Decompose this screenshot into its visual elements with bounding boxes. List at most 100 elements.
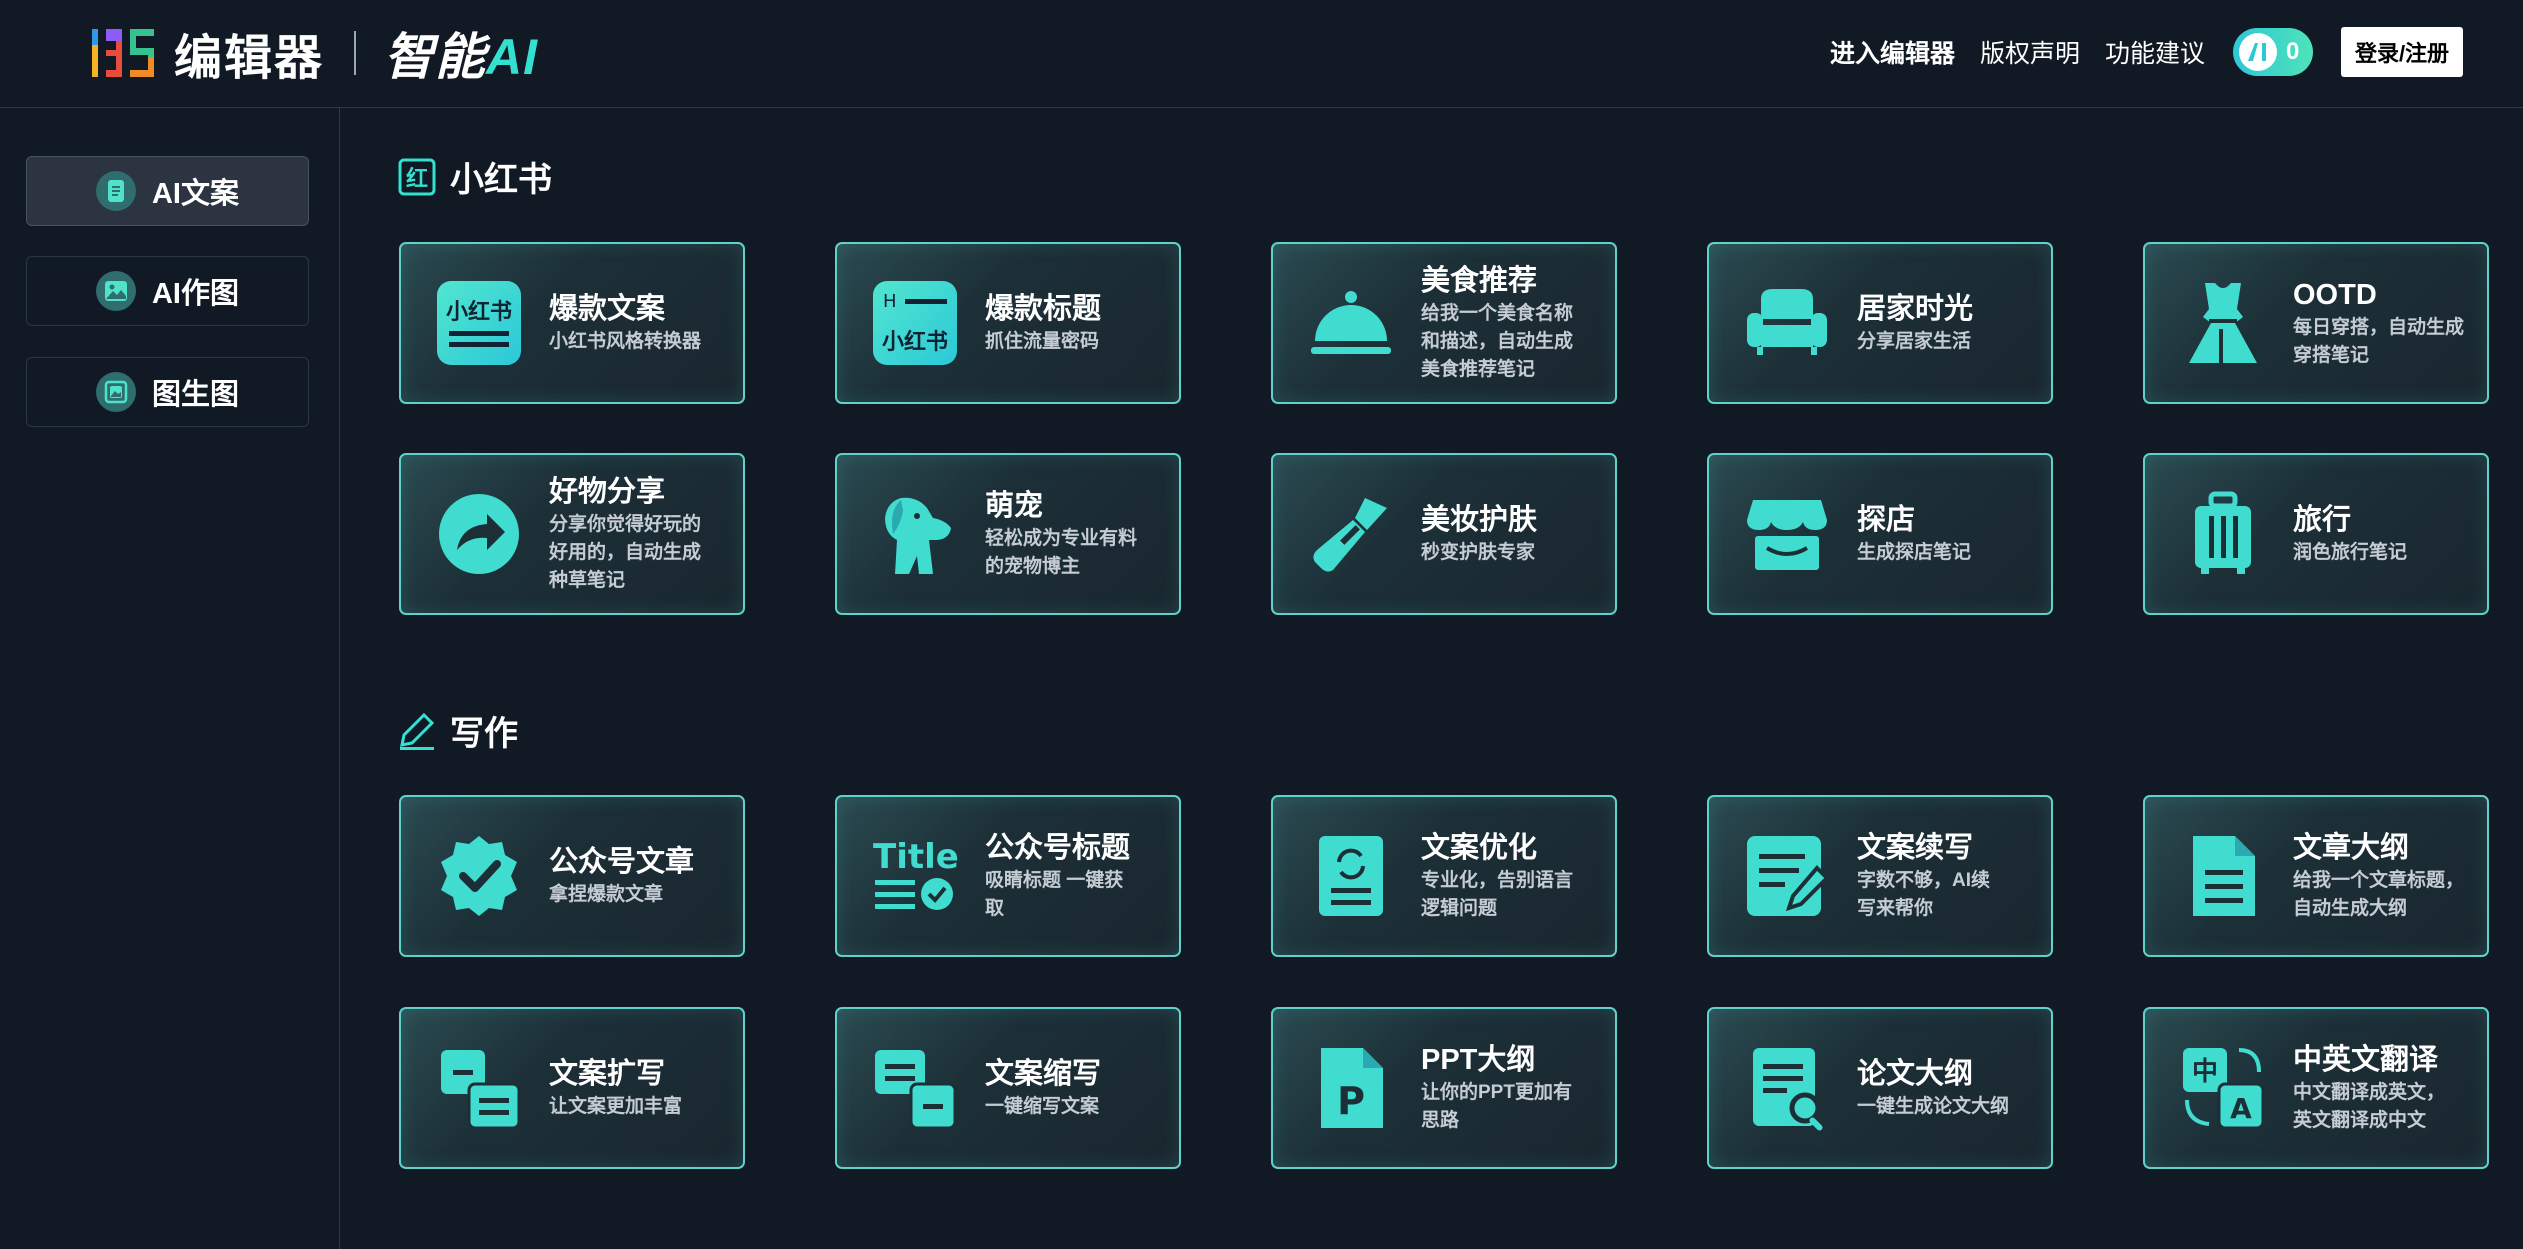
sofa-icon <box>1743 279 1831 367</box>
card-title: 居家时光 <box>1857 293 1974 325</box>
card-desc: 让你的PPT更加有 <box>1421 1082 1572 1103</box>
card-ootd[interactable]: OOTD 每日穿搭，自动生成 穿搭笔记 <box>2143 242 2489 404</box>
card-desc: 中文翻译成英文， <box>2293 1082 2446 1103</box>
svg-text:小红书: 小红书 <box>446 299 512 325</box>
card-copy-shrink[interactable]: 文案缩写 一键缩写文案 <box>835 1007 1181 1169</box>
card-desc: 轻松成为专业有料 <box>985 528 1138 549</box>
card-desc: 逻辑问题 <box>1421 898 1498 919</box>
suitcase-icon <box>2179 490 2267 578</box>
card-copy-continue[interactable]: 文案续写 字数不够，AI续 写来帮你 <box>1707 795 2053 957</box>
doc-refresh-icon <box>1307 832 1395 920</box>
nav-suggestions[interactable]: 功能建议 <box>2105 34 2205 70</box>
card-desc: 一键生成论文大纲 <box>1857 1096 2010 1117</box>
card-cn-en-translate[interactable]: 中A 中英文翻译 中文翻译成英文， 英文翻译成中文 <box>2143 1007 2489 1169</box>
card-desc: 让文案更加丰富 <box>549 1096 683 1117</box>
card-title: 文案优化 <box>1421 832 1538 864</box>
card-title: 萌宠 <box>985 490 1044 522</box>
section-title-text: 小红书 <box>450 161 552 199</box>
card-good-share[interactable]: 好物分享 分享你觉得好玩的 好用的，自动生成 种草笔记 <box>399 453 745 615</box>
cloche-icon <box>1307 279 1395 367</box>
card-title: 文章大纲 <box>2293 832 2410 864</box>
document-icon <box>95 171 136 211</box>
card-desc: 分享你觉得好玩的 <box>549 514 702 535</box>
card-title: 公众号标题 <box>985 832 1131 864</box>
logo-divider <box>354 31 357 75</box>
card-title: 探店 <box>1857 504 1916 536</box>
card-desc: 种草笔记 <box>549 570 626 591</box>
logo-ai-text: 智能AI <box>384 29 539 85</box>
card-desc: 润色旅行笔记 <box>2293 542 2408 563</box>
svg-text:H: H <box>883 291 897 312</box>
store-icon <box>1743 490 1831 578</box>
card-title: 文案扩写 <box>549 1058 666 1090</box>
card-beauty-skincare[interactable]: 美妆护肤 秒变护肤专家 <box>1271 453 1617 615</box>
picture-icon <box>95 271 136 311</box>
top-header: 编辑器 智能AI 进入编辑器 版权声明 功能建议 0 登录/注册 <box>0 0 2523 108</box>
sidebar-item-label: 图生图 <box>151 379 239 411</box>
logo-text: 编辑器 <box>174 32 325 85</box>
doc-edit-icon <box>1743 832 1831 920</box>
shrink-blocks-icon <box>871 1044 959 1132</box>
nav-copyright[interactable]: 版权声明 <box>1980 34 2080 70</box>
card-desc: 分享居家生活 <box>1857 331 1972 352</box>
doc-lines-icon <box>2179 832 2267 920</box>
card-desc: 抓住流量密码 <box>985 331 1100 352</box>
sidebar: AI文案 AI作图 图生图 <box>0 108 340 1249</box>
card-desc: 一键缩写文案 <box>985 1096 1100 1117</box>
card-title: 美妆护肤 <box>1421 504 1538 536</box>
svg-text:小红书: 小红书 <box>882 329 948 355</box>
card-desc: 英文翻译成中文 <box>2293 1110 2427 1131</box>
logo[interactable]: 编辑器 智能AI <box>90 18 538 88</box>
card-wechat-article[interactable]: 公众号文章 拿捏爆款文章 <box>399 795 745 957</box>
card-desc: 生成探店笔记 <box>1857 542 1972 563</box>
ai-credit-badge[interactable]: 0 <box>2233 28 2313 76</box>
card-title: 中英文翻译 <box>2293 1044 2439 1076</box>
svg-text:P: P <box>1337 1079 1365 1123</box>
card-food-recommend[interactable]: 美食推荐 给我一个美食名称 和描述，自动生成 美食推荐笔记 <box>1271 242 1617 404</box>
card-home-life[interactable]: 居家时光 分享居家生活 <box>1707 242 2053 404</box>
pen-icon <box>398 711 436 751</box>
card-title: 爆款文案 <box>549 293 666 325</box>
sidebar-item-label: AI文案 <box>151 178 239 210</box>
card-article-outline[interactable]: 文章大纲 给我一个文章标题， 自动生成大纲 <box>2143 795 2489 957</box>
login-register-button[interactable]: 登录/注册 <box>2341 27 2463 77</box>
card-store-visit[interactable]: 探店 生成探店笔记 <box>1707 453 2053 615</box>
nav-enter-editor[interactable]: 进入编辑器 <box>1830 34 1955 70</box>
card-viral-copy[interactable]: 小红书 爆款文案 小红书风格转换器 <box>399 242 745 404</box>
xiaohongshu-badge-icon: 红 <box>398 158 436 196</box>
image-frame-icon <box>95 372 136 412</box>
card-desc: 每日穿搭，自动生成 <box>2293 317 2465 338</box>
card-desc: 和描述，自动生成 <box>1421 331 1574 352</box>
card-desc: 美食推荐笔记 <box>1421 359 1536 380</box>
svg-text:Title: Title <box>873 837 959 877</box>
card-ppt-outline[interactable]: P PPT大纲 让你的PPT更加有 思路 <box>1271 1007 1617 1169</box>
xiaohongshu-logo-icon: 小红书 <box>435 279 523 367</box>
sidebar-item-ai-drawing[interactable]: AI作图 <box>26 256 309 326</box>
card-desc: 吸睛标题 一键获 <box>985 870 1124 891</box>
verified-badge-icon <box>435 832 523 920</box>
title-check-icon: Title <box>871 832 959 920</box>
card-title: 文案缩写 <box>985 1058 1102 1090</box>
card-desc: 自动生成大纲 <box>2293 898 2408 919</box>
xiaohongshu-title-icon: H 小红书 <box>871 279 959 367</box>
sidebar-item-label: AI作图 <box>151 278 239 310</box>
card-travel[interactable]: 旅行 润色旅行笔记 <box>2143 453 2489 615</box>
sidebar-item-image-to-image[interactable]: 图生图 <box>26 357 309 427</box>
svg-text:中: 中 <box>2192 1057 2218 1087</box>
top-nav: 进入编辑器 版权声明 功能建议 0 登录/注册 <box>1805 26 2463 78</box>
card-copy-expand[interactable]: 文案扩写 让文案更加丰富 <box>399 1007 745 1169</box>
card-desc: 给我一个文章标题， <box>2293 870 2465 891</box>
card-paper-outline[interactable]: 论文大纲 一键生成论文大纲 <box>1707 1007 2053 1169</box>
card-wechat-title[interactable]: Title 公众号标题 吸睛标题 一键获 取 <box>835 795 1181 957</box>
card-pets[interactable]: 萌宠 轻松成为专业有料 的宠物博主 <box>835 453 1181 615</box>
card-desc: 好用的，自动生成 <box>549 542 702 563</box>
translate-icon: 中A <box>2179 1044 2267 1132</box>
card-desc: 拿捏爆款文章 <box>549 884 664 905</box>
card-desc: 穿搭笔记 <box>2293 345 2370 366</box>
card-desc: 字数不够，AI续 <box>1857 870 1991 891</box>
sidebar-item-ai-copywriting[interactable]: AI文案 <box>26 156 309 226</box>
ai-logo-icon <box>2239 33 2277 71</box>
card-copy-optimize[interactable]: 文案优化 专业化，告别语言 逻辑问题 <box>1271 795 1617 957</box>
card-viral-title[interactable]: H 小红书 爆款标题 抓住流量密码 <box>835 242 1181 404</box>
section-title-xiaohongshu: 红 小红书 <box>398 152 552 201</box>
